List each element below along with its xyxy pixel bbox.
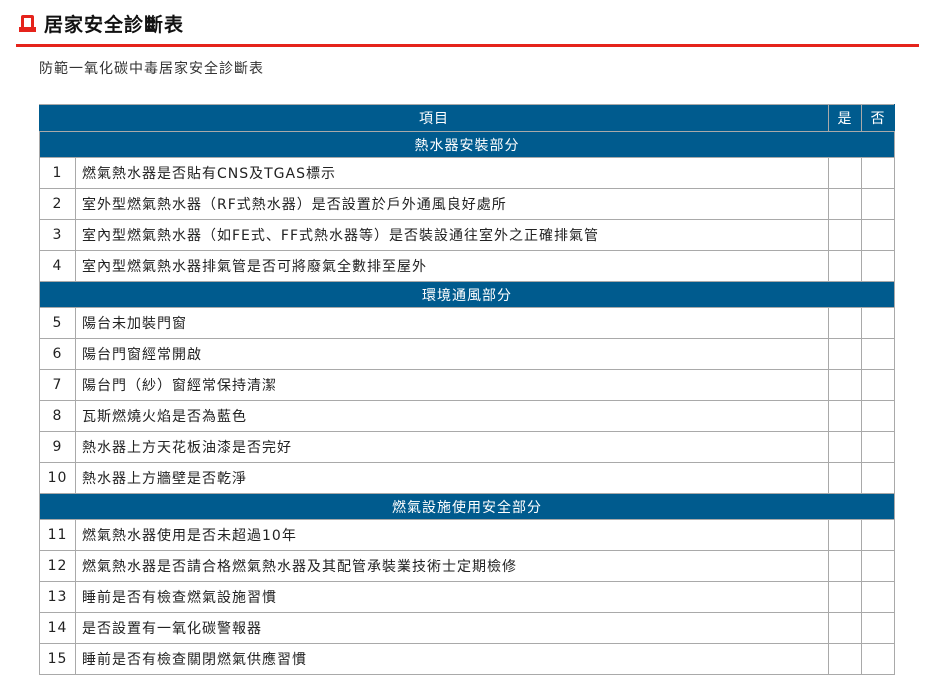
- no-cell[interactable]: [861, 431, 895, 463]
- item-text: 燃氣熱水器是否貼有CNS及TGAS標示: [75, 157, 829, 189]
- item-text: 陽台未加裝門窗: [75, 307, 829, 339]
- item-text: 熱水器上方天花板油漆是否完好: [75, 431, 829, 463]
- table-row: 9 熱水器上方天花板油漆是否完好: [39, 431, 895, 463]
- table-body: 熱水器安裝部分 1 燃氣熱水器是否貼有CNS及TGAS標示 2 室外型燃氣熱水器（RF式…: [39, 131, 895, 675]
- item-number: 5: [39, 307, 76, 339]
- item-text: 燃氣熱水器使用是否未超過10年: [75, 519, 829, 551]
- notebook-icon: [19, 15, 36, 32]
- item-number: 13: [39, 581, 76, 613]
- yes-cell[interactable]: [828, 307, 862, 339]
- item-number: 3: [39, 219, 76, 251]
- no-cell[interactable]: [861, 369, 895, 401]
- item-number: 8: [39, 400, 76, 432]
- item-text: 室內型燃氣熱水器排氣管是否可將廢氣全數排至屋外: [75, 250, 829, 282]
- yes-cell[interactable]: [828, 612, 862, 644]
- yes-cell[interactable]: [828, 219, 862, 251]
- section-header-row: 熱水器安裝部分: [39, 131, 895, 158]
- item-text: 燃氣熱水器是否請合格燃氣熱水器及其配管承裝業技術士定期檢修: [75, 550, 829, 582]
- no-cell[interactable]: [861, 519, 895, 551]
- column-header-yes: 是: [828, 104, 862, 132]
- no-cell[interactable]: [861, 612, 895, 644]
- no-cell[interactable]: [861, 188, 895, 220]
- page-subtitle: 防範一氧化碳中毒居家安全診斷表: [39, 61, 264, 77]
- item-number: 14: [39, 612, 76, 644]
- item-number: 6: [39, 338, 76, 370]
- section-title: 燃氣設施使用安全部分: [39, 493, 895, 520]
- item-text: 是否設置有一氧化碳警報器: [75, 612, 829, 644]
- table-row: 4 室內型燃氣熱水器排氣管是否可將廢氣全數排至屋外: [39, 250, 895, 282]
- no-cell[interactable]: [861, 307, 895, 339]
- table-row: 12 燃氣熱水器是否請合格燃氣熱水器及其配管承裝業技術士定期檢修: [39, 550, 895, 582]
- section-header-row: 環境通風部分: [39, 281, 895, 308]
- item-text: 瓦斯燃燒火焰是否為藍色: [75, 400, 829, 432]
- table-row: 14 是否設置有一氧化碳警報器: [39, 612, 895, 644]
- table-row: 13 睡前是否有檢查燃氣設施習慣: [39, 581, 895, 613]
- yes-cell[interactable]: [828, 550, 862, 582]
- no-cell[interactable]: [861, 462, 895, 494]
- yes-cell[interactable]: [828, 519, 862, 551]
- item-text: 室外型燃氣熱水器（RF式熱水器）是否設置於戶外通風良好處所: [75, 188, 829, 220]
- yes-cell[interactable]: [828, 369, 862, 401]
- yes-cell[interactable]: [828, 431, 862, 463]
- table-row: 1 燃氣熱水器是否貼有CNS及TGAS標示: [39, 157, 895, 189]
- section-header-row: 燃氣設施使用安全部分: [39, 493, 895, 520]
- item-text: 熱水器上方牆壁是否乾淨: [75, 462, 829, 494]
- item-number: 2: [39, 188, 76, 220]
- item-number: 7: [39, 369, 76, 401]
- yes-cell[interactable]: [828, 157, 862, 189]
- table-row: 5 陽台未加裝門窗: [39, 307, 895, 339]
- section-title: 環境通風部分: [39, 281, 895, 308]
- item-number: 9: [39, 431, 76, 463]
- item-number: 12: [39, 550, 76, 582]
- table-row: 6 陽台門窗經常開啟: [39, 338, 895, 370]
- safety-checklist-table: 項目 是 否 熱水器安裝部分 1 燃氣熱水器是否貼有CNS及TGAS標示 2 室外型燃氣…: [39, 104, 895, 675]
- yes-cell[interactable]: [828, 250, 862, 282]
- column-header-no: 否: [861, 104, 895, 132]
- yes-cell[interactable]: [828, 643, 862, 675]
- section-title: 熱水器安裝部分: [39, 131, 895, 158]
- no-cell[interactable]: [861, 550, 895, 582]
- item-text: 睡前是否有檢查燃氣設施習慣: [75, 581, 829, 613]
- table-row: 2 室外型燃氣熱水器（RF式熱水器）是否設置於戶外通風良好處所: [39, 188, 895, 220]
- table-row: 3 室內型燃氣熱水器（如FE式、FF式熱水器等）是否裝設通往室外之正確排氣管: [39, 219, 895, 251]
- table-row: 10 熱水器上方牆壁是否乾淨: [39, 462, 895, 494]
- no-cell[interactable]: [861, 581, 895, 613]
- item-number: 4: [39, 250, 76, 282]
- item-number: 15: [39, 643, 76, 675]
- page-header: 居家安全診斷表: [16, 10, 919, 47]
- no-cell[interactable]: [861, 338, 895, 370]
- item-text: 睡前是否有檢查關閉燃氣供應習慣: [75, 643, 829, 675]
- table-header-row: 項目 是 否: [39, 104, 895, 132]
- no-cell[interactable]: [861, 643, 895, 675]
- item-text: 陽台門窗經常開啟: [75, 338, 829, 370]
- yes-cell[interactable]: [828, 400, 862, 432]
- no-cell[interactable]: [861, 400, 895, 432]
- item-text: 陽台門（紗）窗經常保持清潔: [75, 369, 829, 401]
- no-cell[interactable]: [861, 250, 895, 282]
- item-text: 室內型燃氣熱水器（如FE式、FF式熱水器等）是否裝設通往室外之正確排氣管: [75, 219, 829, 251]
- column-header-item: 項目: [39, 104, 829, 132]
- table-row: 8 瓦斯燃燒火焰是否為藍色: [39, 400, 895, 432]
- page-title: 居家安全診斷表: [44, 14, 185, 36]
- no-cell[interactable]: [861, 157, 895, 189]
- yes-cell[interactable]: [828, 338, 862, 370]
- yes-cell[interactable]: [828, 581, 862, 613]
- table-row: 7 陽台門（紗）窗經常保持清潔: [39, 369, 895, 401]
- table-row: 11 燃氣熱水器使用是否未超過10年: [39, 519, 895, 551]
- item-number: 10: [39, 462, 76, 494]
- no-cell[interactable]: [861, 219, 895, 251]
- yes-cell[interactable]: [828, 188, 862, 220]
- table-row: 15 睡前是否有檢查關閉燃氣供應習慣: [39, 643, 895, 675]
- yes-cell[interactable]: [828, 462, 862, 494]
- item-number: 1: [39, 157, 76, 189]
- item-number: 11: [39, 519, 76, 551]
